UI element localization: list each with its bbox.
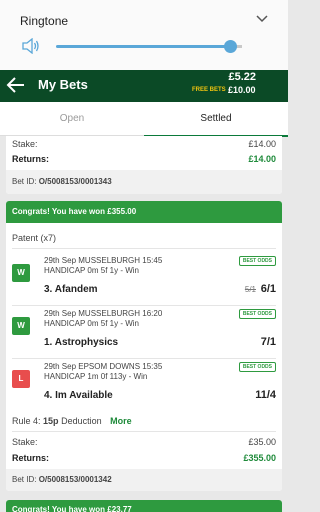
best-odds-badge: BEST ODDS <box>238 256 276 266</box>
stake-value: £35.00 <box>248 437 276 447</box>
returns-label: Returns: <box>12 453 50 463</box>
bet-card: Stake: £14.00 Returns: £14.00 Bet ID: O/… <box>6 136 282 194</box>
event-line: 29th Sep EPSOM DOWNS 15:35 <box>44 362 163 371</box>
chevron-down-icon[interactable] <box>256 14 268 24</box>
rule4-text: Rule 4: 15p Deduction More <box>12 416 132 426</box>
selection-row[interactable]: W 29th Sep MUSSELBURGH 15:45 HANDICAP 0m… <box>6 253 282 305</box>
bet-type: Patent (x7) <box>12 233 57 243</box>
selection-info: 29th Sep MUSSELBURGH 15:45 HANDICAP 0m 5… <box>44 256 162 276</box>
selection-name: 4. Im Available <box>44 390 113 401</box>
free-bets-value: £10.00 <box>228 85 256 95</box>
selection-name: 3. Afandem <box>44 284 98 295</box>
market-line: HANDICAP 0m 5f 1y - Win <box>44 266 139 275</box>
selection-info: 29th Sep EPSOM DOWNS 15:35 HANDICAP 1m 0… <box>44 362 162 382</box>
selection-row[interactable]: L 29th Sep EPSOM DOWNS 15:35 HANDICAP 1m… <box>6 359 282 411</box>
event-line: 29th Sep MUSSELBURGH 16:20 <box>44 309 163 318</box>
more-link[interactable]: More <box>110 416 132 426</box>
ringtone-panel: Ringtone <box>0 0 288 70</box>
returns-label: Returns: <box>12 154 50 164</box>
bet-card: Congrats! You have won £355.00 Patent (x… <box>6 201 282 491</box>
market-line: HANDICAP 1m 0f 113y - Win <box>44 372 148 381</box>
selection-info: 29th Sep MUSSELBURGH 16:20 HANDICAP 0m 5… <box>44 309 162 329</box>
divider <box>12 431 276 432</box>
best-odds-badge: BEST ODDS <box>238 362 276 372</box>
stake-value: £14.00 <box>248 139 276 149</box>
result-badge-win: W <box>12 264 30 282</box>
rule4-amount: 15p <box>43 416 59 426</box>
bet-id-strip: Bet ID: O/5008153/0001342 <box>6 469 282 491</box>
original-odds: 5/1 <box>244 285 256 294</box>
tab-open[interactable]: Open <box>0 102 144 136</box>
best-odds-badge: BEST ODDS <box>238 309 276 319</box>
tab-settled[interactable]: Settled <box>144 102 288 137</box>
divider <box>12 248 276 249</box>
stake-label: Stake: <box>12 437 38 447</box>
bet-id-value: O/5008153/0001343 <box>38 177 112 186</box>
selection-name: 1. Astrophysics <box>44 337 119 348</box>
volume-slider-thumb[interactable] <box>224 40 237 53</box>
market-line: HANDICAP 0m 5f 1y - Win <box>44 319 139 328</box>
volume-icon[interactable] <box>22 38 40 54</box>
page-title: My Bets <box>38 77 88 92</box>
rule4-label: Rule 4: <box>12 416 41 426</box>
selection-odds: 6/1 <box>260 283 276 295</box>
selection-odds: 11/4 <box>255 389 276 401</box>
bet-id-label: Bet ID: <box>12 475 37 484</box>
bet-id-strip: Bet ID: O/5008153/0001343 <box>6 170 282 194</box>
back-arrow-icon[interactable] <box>6 75 26 95</box>
selection-odds: 7/1 <box>260 336 276 348</box>
event-line: 29th Sep MUSSELBURGH 15:45 <box>44 256 163 265</box>
returns-value: £14.00 <box>248 154 276 164</box>
win-banner: Congrats! You have won £355.00 <box>6 201 282 223</box>
bet-id-value: O/5008153/0001342 <box>38 475 112 484</box>
volume-slider-fill[interactable] <box>56 45 240 48</box>
app-header: My Bets £5.22 FREE BETS £10.00 <box>0 70 288 102</box>
free-bets-label: FREE BETS <box>192 87 226 93</box>
account-balance[interactable]: £5.22 <box>228 71 256 83</box>
result-badge-win: W <box>12 317 30 335</box>
bet-card: Congrats! You have won £23.77 <box>6 500 282 512</box>
win-banner: Congrats! You have won £23.77 <box>6 500 282 512</box>
ringtone-title: Ringtone <box>20 14 69 28</box>
rule4-deduction: Deduction <box>61 416 102 426</box>
returns-value: £355.00 <box>243 453 276 463</box>
selection-row[interactable]: W 29th Sep MUSSELBURGH 16:20 HANDICAP 0m… <box>6 306 282 358</box>
bets-tabs: Open Settled <box>0 102 288 137</box>
bet-id-label: Bet ID: <box>12 177 37 186</box>
stake-label: Stake: <box>12 139 38 149</box>
result-badge-loss: L <box>12 370 30 388</box>
